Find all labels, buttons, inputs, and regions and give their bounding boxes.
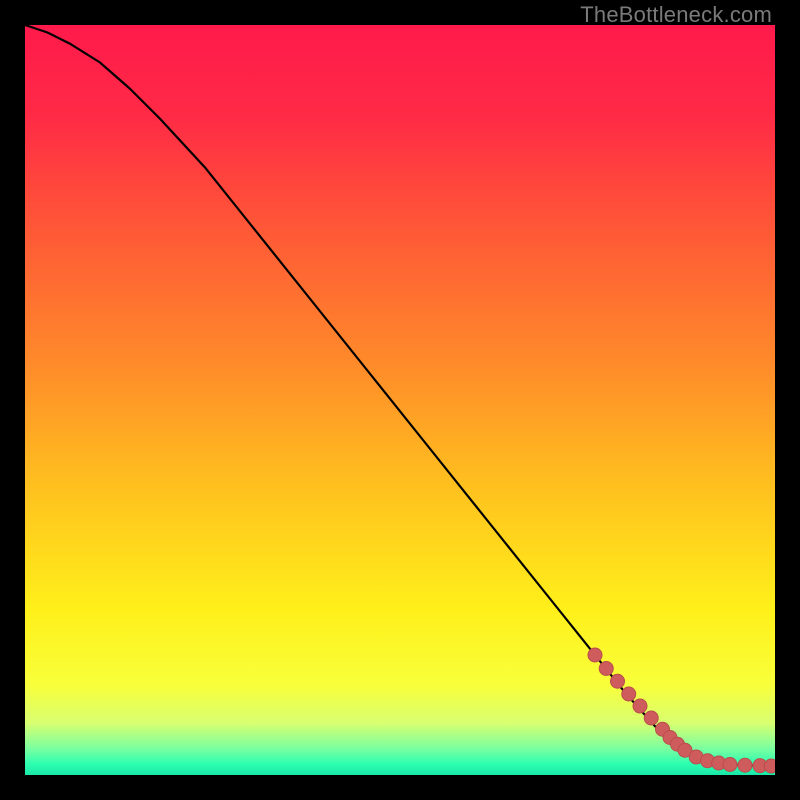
- data-marker: [723, 758, 737, 772]
- chart-stage: TheBottleneck.com: [0, 0, 800, 800]
- data-marker: [622, 687, 636, 701]
- gradient-background: [25, 25, 775, 775]
- data-marker: [764, 759, 775, 773]
- data-marker: [633, 699, 647, 713]
- plot-area: [25, 25, 775, 775]
- chart-svg: [25, 25, 775, 775]
- data-marker: [611, 674, 625, 688]
- watermark-label: TheBottleneck.com: [580, 2, 772, 28]
- data-marker: [599, 662, 613, 676]
- data-marker: [588, 648, 602, 662]
- data-marker: [738, 758, 752, 772]
- data-marker: [644, 711, 658, 725]
